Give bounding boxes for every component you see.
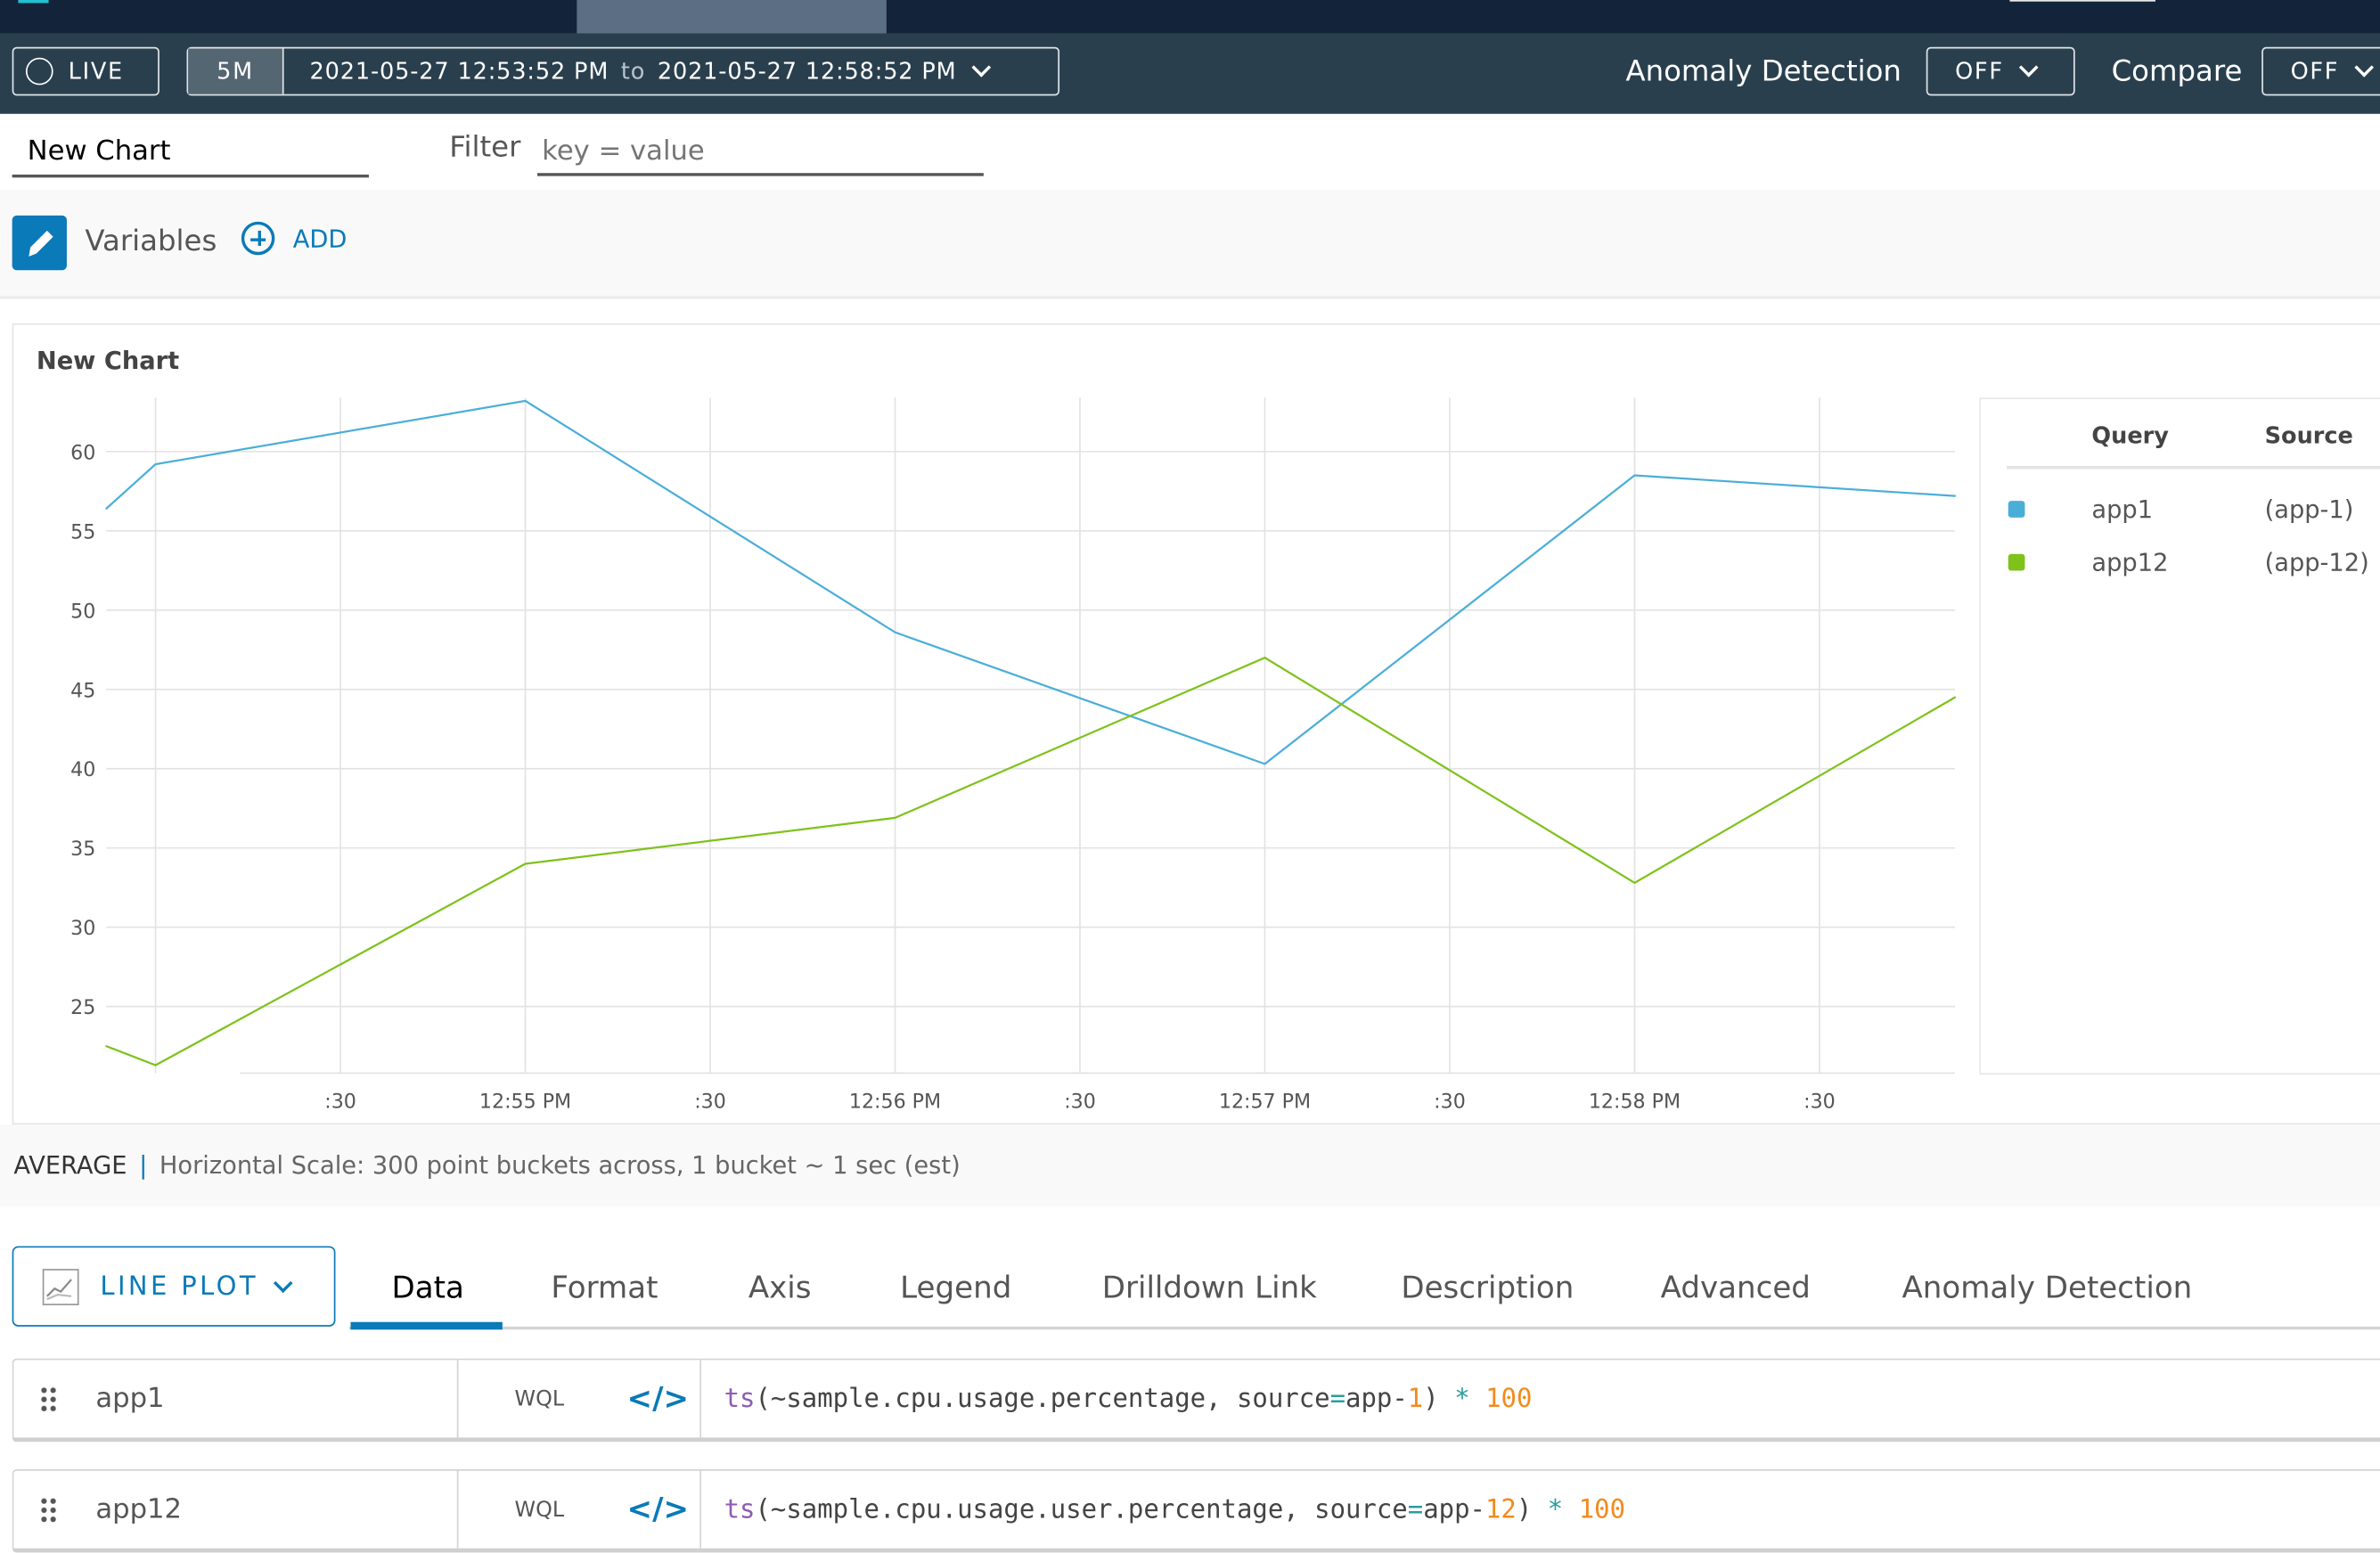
query-row: app1 WQL </> ts(~sample.cpu.usage.percen… [12,1358,2380,1443]
code-icon[interactable]: </> [627,1379,690,1416]
tab-description[interactable]: Description [1401,1269,1574,1305]
legend-header-query: Query [2091,421,2169,450]
y-tick-label: 40 [70,758,95,781]
chart-summary: AVERAGE | Horizontal Scale: 300 point buck… [13,1150,960,1179]
data-point-app1 [154,463,157,466]
series-line-app1 [105,399,1956,765]
tab-format[interactable]: Format [551,1269,658,1305]
query-name[interactable]: app1 [95,1383,164,1415]
chevron-down-icon [274,1272,293,1293]
x-tick-label: 12:55 PM [479,1091,571,1114]
chart-editor-page: LIVE 5M 2021-05-27 12:53:52 PM to 2021-05-… [0,0,2380,1553]
y-tick-label: 25 [70,996,95,1019]
data-point-app1 [105,507,108,510]
data-point-app12 [1954,696,1957,699]
query-language-toggle[interactable]: WQL [514,1387,564,1411]
query-source-number: 12 [1484,1494,1517,1526]
data-point-app1 [1633,474,1636,477]
tab-advanced[interactable]: Advanced [1661,1269,1811,1305]
data-point-app12 [1264,657,1266,659]
query-multiplier: 100 [1578,1494,1626,1526]
query-metric: (~sample.cpu.usage.percentage, source [755,1384,1330,1415]
line-chart-icon [42,1268,79,1305]
x-tick-label: :30 [1434,1091,1466,1114]
series-line-app12 [105,656,1956,1067]
legend-header-source: Source [2264,421,2353,450]
query-source: app- [1345,1384,1408,1415]
legend-source: (app-12) [2264,547,2369,577]
drag-handle-icon[interactable] [39,1496,58,1524]
data-point-app12 [105,1045,108,1048]
summarization-mode: AVERAGE [13,1150,127,1180]
query-language-toggle[interactable]: WQL [514,1498,564,1522]
chart-type-label: LINE PLOT [100,1271,258,1302]
legend-query[interactable]: app12 [2091,548,2168,576]
code-icon[interactable]: </> [627,1491,690,1527]
horizontal-scale-text: Horizontal Scale: 300 point buckets acro… [159,1150,961,1180]
tab-axis[interactable]: Axis [748,1269,812,1305]
query-source: app- [1423,1494,1485,1526]
query-operator: * [1547,1494,1564,1526]
tab-anomaly-detection[interactable]: Anomaly Detection [1902,1269,2192,1305]
x-tick-label: :30 [1064,1091,1096,1114]
tab-legend[interactable]: Legend [900,1269,1011,1305]
query-metric: (~sample.cpu.usage.user.percentage, sour… [755,1494,1408,1526]
divider [456,1360,459,1438]
active-tab-indicator [350,1321,503,1330]
query-source-number: 1 [1407,1384,1424,1415]
tab-data[interactable]: Data [392,1269,464,1305]
legend-swatch-app12 [2008,553,2025,571]
query-input[interactable]: ts(~sample.cpu.usage.user.percentage, so… [724,1495,1625,1525]
query-close: ) [1423,1384,1439,1415]
y-tick-label: 30 [70,917,95,940]
legend-query[interactable]: app1 [2091,495,2153,523]
y-tick-label: 50 [70,600,95,623]
y-tick-label: 60 [70,441,95,464]
data-point-app12 [894,816,896,819]
query-row: app12 WQL </> ts(~sample.cpu.usage.user.… [12,1468,2380,1553]
y-tick-label: 45 [70,679,95,702]
data-point-app1 [1954,495,1957,497]
query-eq: = [1329,1384,1346,1415]
query-input[interactable]: ts(~sample.cpu.usage.percentage, source=… [724,1385,1533,1415]
drag-handle-icon[interactable] [39,1385,58,1413]
x-tick-label: 12:58 PM [1589,1091,1681,1114]
tabs-divider [348,1326,2380,1330]
data-point-app1 [1264,763,1266,765]
divider [699,1360,702,1438]
tab-drilldown-link[interactable]: Drilldown Link [1102,1269,1317,1305]
query-multiplier: 100 [1485,1384,1533,1415]
y-tick-label: 55 [70,520,95,544]
query-eq: = [1407,1494,1424,1526]
separator: | [139,1150,148,1180]
data-point-app1 [524,399,527,402]
data-point-app12 [154,1064,157,1067]
query-function: ts [724,1494,756,1526]
data-point-app1 [894,631,896,633]
legend-source: (app-1) [2264,495,2354,524]
y-tick-label: 35 [70,838,95,861]
query-close: ) [1516,1494,1533,1526]
x-tick-label: :30 [694,1091,726,1114]
query-operator: * [1454,1384,1470,1415]
divider [699,1470,702,1549]
x-tick-label: :30 [324,1091,356,1114]
x-tick-label: 12:56 PM [849,1091,941,1114]
divider [456,1470,459,1549]
legend-swatch-app1 [2008,501,2025,518]
chart-type-dropdown[interactable]: LINE PLOT [12,1246,336,1327]
legend-divider [2007,465,2380,470]
query-name[interactable]: app12 [95,1493,182,1525]
x-tick-label: 12:57 PM [1219,1091,1311,1114]
query-function: ts [724,1384,756,1415]
data-point-app12 [1633,881,1636,884]
x-tick-label: :30 [1803,1091,1836,1114]
data-point-app12 [524,862,527,865]
